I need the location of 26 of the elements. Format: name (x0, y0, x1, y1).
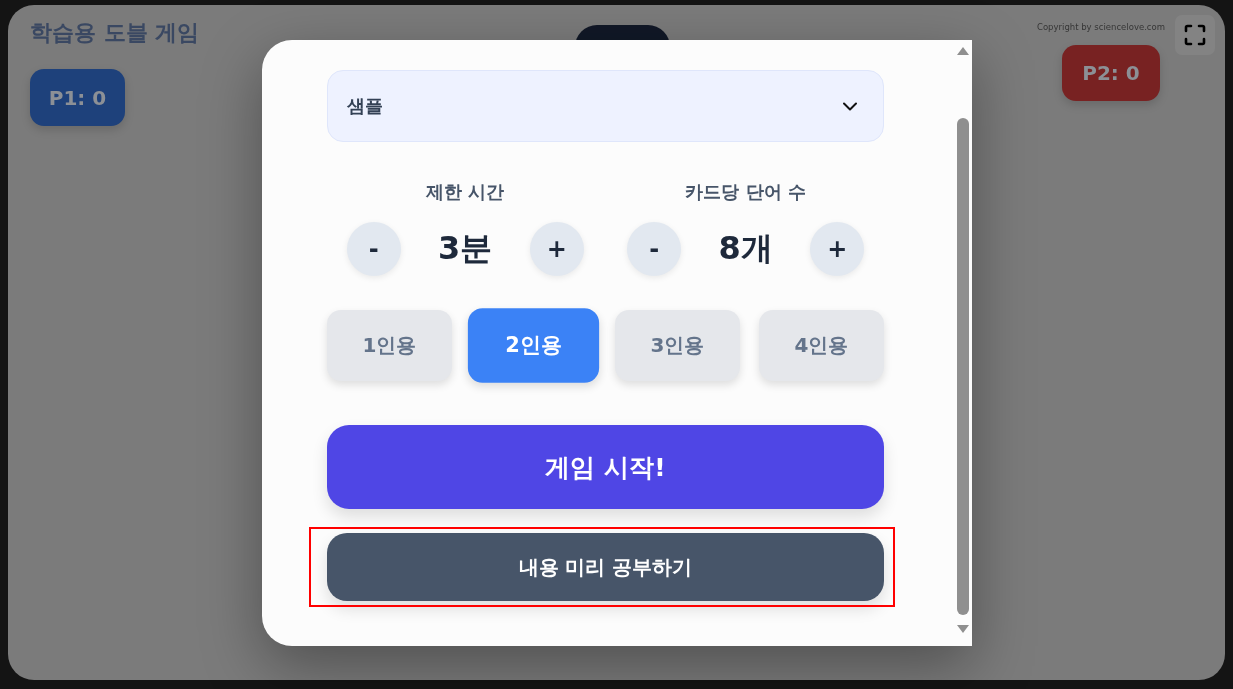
score-badge: P1: 0 (30, 69, 125, 126)
setting-value: 3분 (438, 228, 493, 269)
app-title: 학습용 도블 게임 (30, 19, 200, 47)
fullscreen-button[interactable] (1175, 15, 1215, 55)
score-badge: P2: 0 (1062, 45, 1160, 101)
setting-label: 카드당 단어 수 (685, 182, 806, 202)
setting-label: 제한 시간 (426, 182, 505, 202)
study-button[interactable]: 내용 미리 공부하기 (327, 533, 884, 601)
fullscreen-icon (1184, 24, 1206, 46)
player-mode-button[interactable]: 4인용 (759, 310, 884, 381)
select-value: 샘플 (347, 94, 383, 118)
increment-button[interactable]: + (529, 222, 584, 276)
scroll-down-icon[interactable] (956, 625, 969, 633)
decrement-button[interactable]: - (346, 222, 401, 276)
start-game-button[interactable]: 게임 시작! (327, 425, 884, 509)
scrollbar-thumb[interactable] (956, 118, 969, 615)
increment-button[interactable]: + (810, 222, 865, 276)
player-mode-button[interactable]: 2인용 (467, 308, 600, 383)
player-mode-button[interactable]: 1인용 (327, 310, 452, 381)
deck-select[interactable]: 샘플 (327, 70, 884, 142)
decrement-button[interactable]: - (627, 222, 682, 276)
chevron-down-icon (843, 101, 857, 111)
copyright-text: Copyright by sciencelove.com (1036, 21, 1165, 33)
setting-value: 8개 (718, 228, 773, 269)
scroll-up-icon[interactable] (956, 47, 969, 55)
player-mode-button[interactable]: 3인용 (615, 310, 740, 381)
